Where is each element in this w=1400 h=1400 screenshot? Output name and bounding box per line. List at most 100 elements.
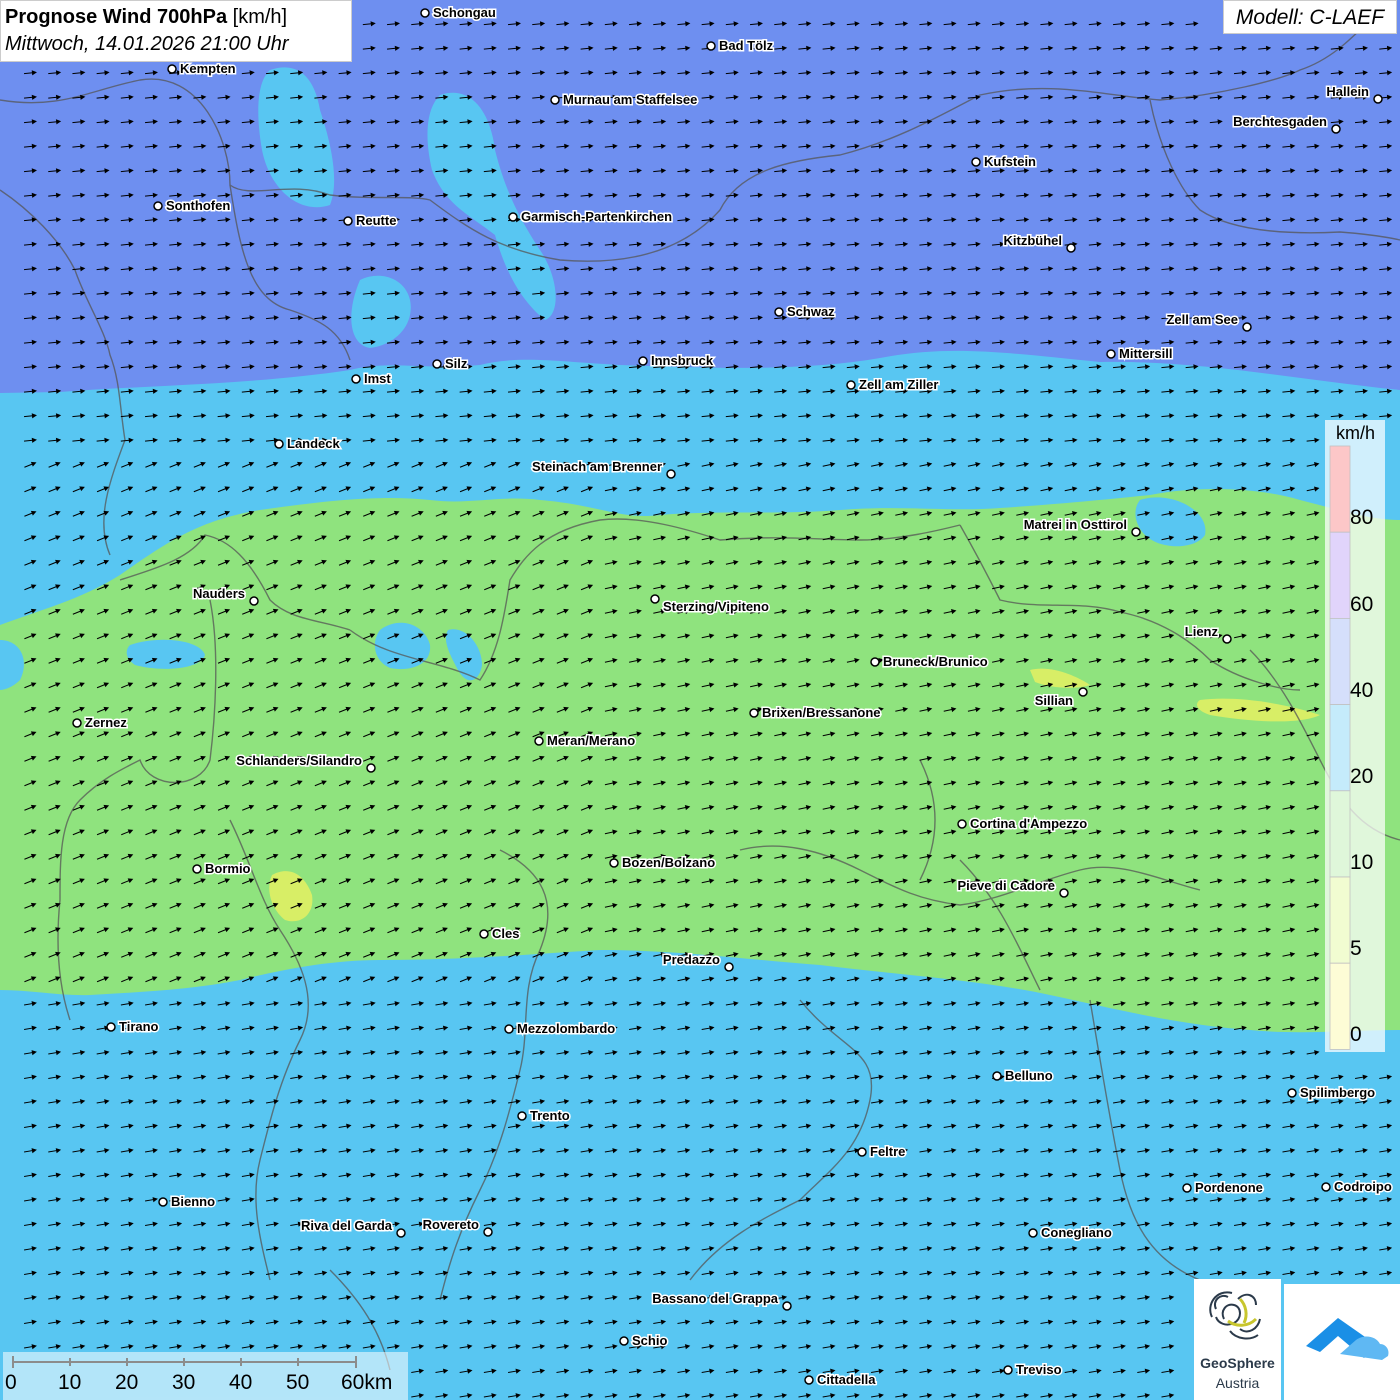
city-dot <box>366 763 376 773</box>
city-dot <box>971 157 981 167</box>
city-dot <box>1066 243 1076 253</box>
wind-forecast-map: Schongau Bad Tölz Kempten Murnau am Staffel… <box>0 0 1400 1400</box>
title-unit: [km/h] <box>232 6 288 28</box>
city-label: Steinach am Brenner <box>532 459 662 474</box>
city-dot <box>1131 527 1141 537</box>
legend-tick-80: 80 <box>1350 506 1374 529</box>
city-marker: Murnau am Staffelsee <box>550 91 699 109</box>
city-dot <box>158 1197 168 1207</box>
scale-label-0: 0 <box>5 1371 17 1394</box>
city-label: Schwaz <box>787 304 835 319</box>
city-marker: Schongau <box>420 4 497 22</box>
city-marker: Bozen/Bolzano <box>609 854 717 872</box>
city-label: Matrei in Osttirol <box>1024 517 1127 532</box>
city-marker: Brixen/Bressanone <box>749 704 882 722</box>
city-label: Sillian <box>1035 693 1073 708</box>
scale-label-10: 10 <box>58 1371 82 1394</box>
city-dot <box>420 8 430 18</box>
city-label: Feltre <box>870 1144 905 1159</box>
city-label: Nauders <box>193 586 245 601</box>
title-box: Prognose Wind 700hPa [km/h] Mittwoch, 14… <box>0 0 352 62</box>
city-label: Rovereto <box>423 1217 479 1232</box>
legend-tick-20: 20 <box>1350 765 1374 788</box>
city-dot <box>619 1336 629 1346</box>
city-label: Bozen/Bolzano <box>622 855 715 870</box>
city-dot <box>1003 1365 1013 1375</box>
city-label: Bruneck/Brunico <box>883 654 988 669</box>
city-dot <box>804 1375 814 1385</box>
city-dot <box>782 1301 792 1311</box>
city-dot <box>992 1071 1002 1081</box>
scale-label-30: 30 <box>172 1371 196 1394</box>
city-dot <box>1028 1228 1038 1238</box>
title-main: Prognose Wind 700hPa <box>5 6 228 28</box>
city-dot <box>479 929 489 939</box>
city-dot <box>343 216 353 226</box>
map-title: Prognose Wind 700hPa [km/h] <box>5 3 347 31</box>
city-dot <box>274 439 284 449</box>
city-label: Reutte <box>356 213 396 228</box>
city-label: Lienz <box>1185 624 1219 639</box>
city-label: Silz <box>445 356 468 371</box>
city-dot <box>192 864 202 874</box>
city-dot <box>351 374 361 384</box>
legend-tick-5: 5 <box>1350 937 1362 960</box>
city-label: Belluno <box>1005 1068 1053 1083</box>
legend-tick-40: 40 <box>1350 679 1374 702</box>
legend-tick-60: 60 <box>1350 593 1374 616</box>
city-dot <box>504 1024 514 1034</box>
model-label: Modell: C-LAEF <box>1223 0 1397 34</box>
city-label: Mittersill <box>1119 346 1172 361</box>
city-label: Schlanders/Silandro <box>236 753 362 768</box>
city-marker: Sonthofen <box>153 197 232 215</box>
city-marker: Garmisch-Partenkirchen <box>508 208 674 226</box>
scale-label-20: 20 <box>115 1371 139 1394</box>
geosphere-name: GeoSphere <box>1200 1355 1275 1371</box>
city-label: Cles <box>492 926 519 941</box>
city-dot <box>706 41 716 51</box>
city-marker: Meran/Merano <box>534 732 637 750</box>
city-dot <box>1287 1088 1297 1098</box>
city-label: Meran/Merano <box>547 733 635 748</box>
geosphere-logo[interactable]: GeoSphere Austria <box>1194 1279 1281 1400</box>
city-label: Riva del Garda <box>301 1218 393 1233</box>
city-dot <box>774 307 784 317</box>
city-dot <box>153 201 163 211</box>
city-dot <box>1222 634 1232 644</box>
city-label: Predazzo <box>663 952 720 967</box>
city-label: Treviso <box>1016 1362 1062 1377</box>
city-label: Landeck <box>287 436 341 451</box>
city-marker: Conegliano <box>1028 1224 1113 1242</box>
weather-app-logo[interactable] <box>1284 1284 1400 1400</box>
city-dot <box>167 64 177 74</box>
city-marker: Cortina d'Ampezzo <box>957 815 1089 833</box>
city-label: Conegliano <box>1041 1225 1112 1240</box>
city-label: Tirano <box>119 1019 159 1034</box>
city-label: Pieve di Cadore <box>957 878 1055 893</box>
city-dot <box>517 1111 527 1121</box>
city-label: Bad Tölz <box>719 38 774 53</box>
city-dot <box>483 1227 493 1237</box>
city-label: Sonthofen <box>166 198 230 213</box>
city-dot <box>1242 322 1252 332</box>
city-label: Berchtesgaden <box>1233 114 1327 129</box>
city-marker: Bruneck/Brunico <box>870 653 989 671</box>
city-dot <box>1321 1182 1331 1192</box>
city-label: Hallein <box>1326 84 1369 99</box>
city-dot <box>638 356 648 366</box>
city-label: Spilimbergo <box>1300 1085 1375 1100</box>
city-dot <box>508 212 518 222</box>
city-dot <box>724 962 734 972</box>
city-dot <box>1331 124 1341 134</box>
city-dot <box>249 596 259 606</box>
city-marker: Pordenone <box>1182 1179 1264 1197</box>
city-label: Zernez <box>85 715 127 730</box>
city-label: Imst <box>364 371 391 386</box>
city-label: Mezzolombardo <box>517 1021 615 1036</box>
city-dot <box>870 657 880 667</box>
city-dot <box>550 95 560 105</box>
city-dot <box>609 858 619 868</box>
city-dot <box>857 1147 867 1157</box>
scale-label-50: 50 <box>286 1371 310 1394</box>
city-label: Bassano del Grappa <box>652 1291 778 1306</box>
